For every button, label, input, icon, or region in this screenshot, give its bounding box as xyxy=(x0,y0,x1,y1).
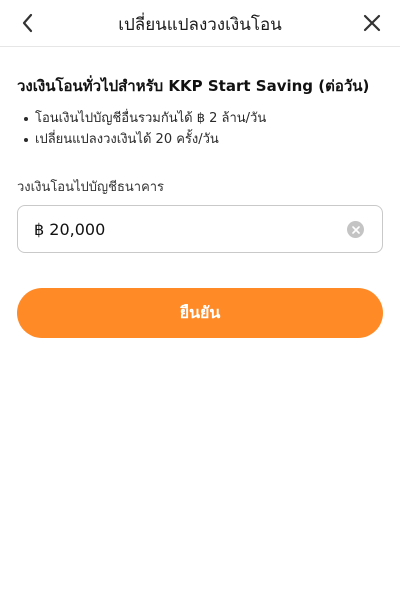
transfer-limit-screen: เปลี่ยนแปลงวงเงินโอน วงเงินโอนทั่วไปสำหร… xyxy=(0,0,400,600)
bullet-dot xyxy=(24,138,28,142)
page-title: เปลี่ยนแปลงวงเงินโอน xyxy=(118,15,282,35)
chevron-left-icon xyxy=(22,13,33,33)
list-item: โอนเงินไปบัญชีอื่นรวมกันได้ ฿ 2 ล้าน/วัน xyxy=(17,108,383,129)
main-content: วงเงินโอนทั่วไปสำหรับ KKP Start Saving (… xyxy=(0,74,400,338)
amount-field-label: วงเงินโอนไปบัญชีธนาคาร xyxy=(17,180,165,195)
limit-heading: วงเงินโอนทั่วไปสำหรับ KKP Start Saving (… xyxy=(17,77,370,95)
clear-button[interactable] xyxy=(347,221,364,238)
amount-input[interactable] xyxy=(34,219,314,239)
list-item: เปลี่ยนแปลงวงเงินได้ 20 ครั้ง/วัน xyxy=(17,129,383,150)
top-bar: เปลี่ยนแปลงวงเงินโอน xyxy=(0,0,400,47)
limit-info-list: โอนเงินไปบัญชีอื่นรวมกันได้ ฿ 2 ล้าน/วัน… xyxy=(17,108,383,150)
bullet-text: เปลี่ยนแปลงวงเงินได้ 20 ครั้ง/วัน xyxy=(35,132,219,147)
close-button[interactable] xyxy=(358,9,386,37)
bullet-text: โอนเงินไปบัญชีอื่นรวมกันได้ ฿ 2 ล้าน/วัน xyxy=(35,111,267,126)
back-button[interactable] xyxy=(14,9,42,37)
clear-icon xyxy=(351,225,360,234)
close-icon xyxy=(363,14,381,32)
amount-field[interactable] xyxy=(17,205,383,253)
confirm-button[interactable]: ยืนยัน xyxy=(17,288,383,338)
bullet-dot xyxy=(24,117,28,121)
